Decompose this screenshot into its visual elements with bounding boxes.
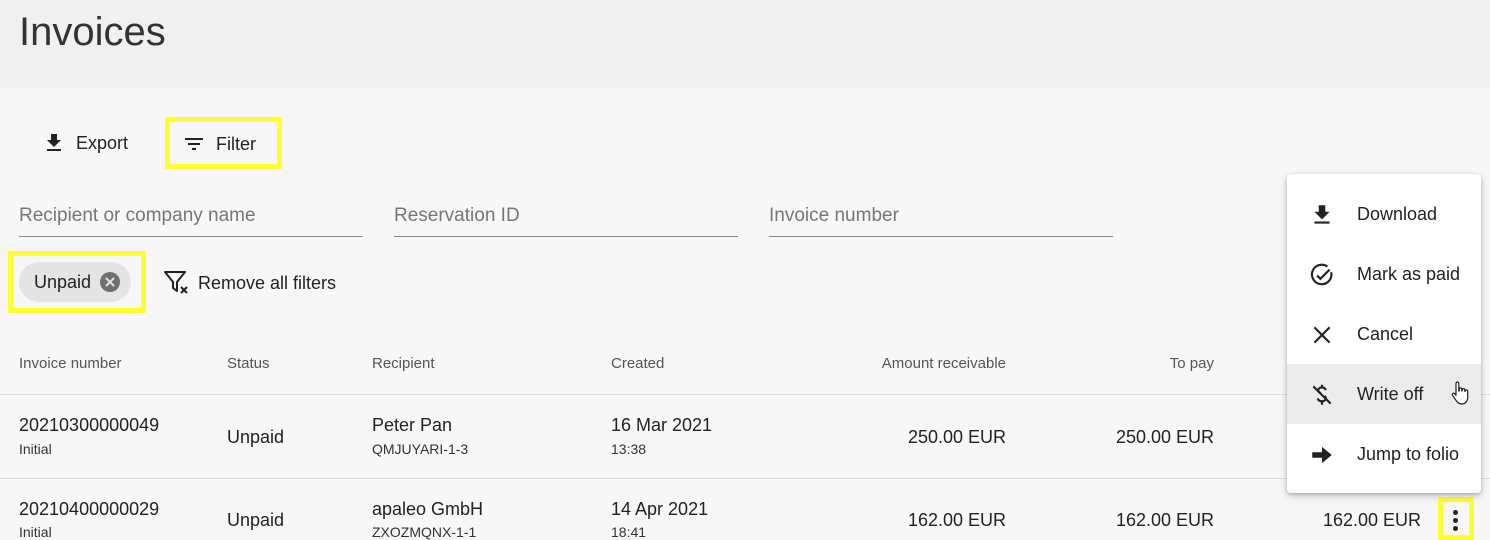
- reservation-input[interactable]: [394, 200, 738, 232]
- col-recipient[interactable]: Recipient: [372, 355, 435, 372]
- kebab-dot: [1452, 517, 1458, 523]
- invoice-type: Initial: [19, 441, 52, 457]
- invoice-status: Unpaid: [227, 510, 285, 530]
- menu-item-label: Jump to folio: [1357, 443, 1460, 464]
- amount-receivable: 250.00 EUR: [907, 427, 1006, 447]
- col-invoice-number[interactable]: Invoice number: [19, 355, 122, 372]
- recipient-name: Peter Pan: [372, 415, 453, 435]
- unpaid-filter-chip[interactable]: Unpaid: [19, 262, 131, 302]
- created-time: 18:41: [611, 524, 647, 540]
- recipient-input[interactable]: [19, 200, 363, 232]
- to-pay: 250.00 EUR: [1115, 427, 1214, 447]
- remove-all-filters-label: Remove all filters: [198, 272, 337, 293]
- amount-receivable: 162.00 EUR: [907, 510, 1006, 530]
- row-divider: [0, 478, 1490, 479]
- hand-cursor-icon: [1451, 381, 1469, 405]
- export-label: Export: [76, 132, 129, 153]
- download-icon: [1314, 205, 1330, 224]
- menu-item-mark-as-paid[interactable]: Mark as paid: [1287, 244, 1481, 304]
- invoice-number: 20210300000049: [19, 415, 160, 435]
- invoice-number-field[interactable]: [769, 200, 1113, 237]
- filter-button[interactable]: Filter: [182, 132, 256, 156]
- chip-label: Unpaid: [34, 271, 92, 292]
- menu-item-jump-to-folio[interactable]: Jump to folio: [1287, 424, 1481, 484]
- created-date: 14 Apr 2021: [611, 499, 709, 519]
- kebab-dot: [1452, 525, 1458, 531]
- reservation-field[interactable]: [394, 200, 738, 237]
- col-status[interactable]: Status: [227, 355, 270, 372]
- open-amount: 162.00 EUR: [1322, 510, 1421, 530]
- reservation-id: ZXOZMQNX-1-1: [372, 524, 477, 540]
- created-date: 16 Mar 2021: [611, 415, 713, 435]
- check-circle-icon: [1310, 263, 1333, 286]
- col-to-pay[interactable]: To pay: [1064, 355, 1214, 372]
- menu-item-cancel[interactable]: Cancel: [1287, 304, 1481, 364]
- menu-item-label: Write off: [1357, 383, 1424, 404]
- menu-item-label: Download: [1357, 203, 1438, 224]
- remove-all-filters-button[interactable]: Remove all filters: [162, 268, 336, 298]
- to-pay: 162.00 EUR: [1115, 510, 1214, 530]
- filter-lines-icon: [185, 138, 203, 150]
- invoice-status: Unpaid: [227, 427, 285, 447]
- actions-menu: Download Mark as paid Cancel Write off J…: [1287, 174, 1481, 493]
- recipient-field[interactable]: [19, 200, 363, 237]
- kebab-dot: [1452, 509, 1458, 515]
- menu-item-write-off[interactable]: Write off: [1287, 364, 1481, 424]
- menu-item-download[interactable]: Download: [1287, 184, 1481, 244]
- filter-label: Filter: [216, 133, 256, 154]
- chip-remove-icon[interactable]: [100, 272, 120, 292]
- page-header: Invoices: [0, 0, 1490, 88]
- recipient-name: apaleo GmbH: [372, 499, 484, 519]
- header-divider: [0, 394, 1490, 395]
- reservation-id: QMJUYARI-1-3: [372, 441, 469, 457]
- close-icon: [1313, 326, 1331, 344]
- menu-item-label: Cancel: [1357, 323, 1414, 344]
- more-actions-button[interactable]: [1443, 500, 1467, 540]
- invoice-number-input[interactable]: [769, 200, 1113, 232]
- money-off-icon: [1312, 384, 1332, 405]
- page-title: Invoices: [19, 10, 166, 54]
- filter-remove-icon: [164, 271, 188, 294]
- download-icon: [47, 134, 61, 151]
- invoice-number: 20210400000029: [19, 499, 160, 519]
- arrow-right-icon: [1312, 446, 1332, 464]
- created-time: 13:38: [611, 441, 647, 457]
- export-button[interactable]: Export: [42, 131, 128, 155]
- col-amount-receivable[interactable]: Amount receivable: [806, 355, 1006, 372]
- menu-item-label: Mark as paid: [1357, 263, 1461, 284]
- invoice-type: Initial: [19, 524, 52, 540]
- col-created[interactable]: Created: [611, 355, 664, 372]
